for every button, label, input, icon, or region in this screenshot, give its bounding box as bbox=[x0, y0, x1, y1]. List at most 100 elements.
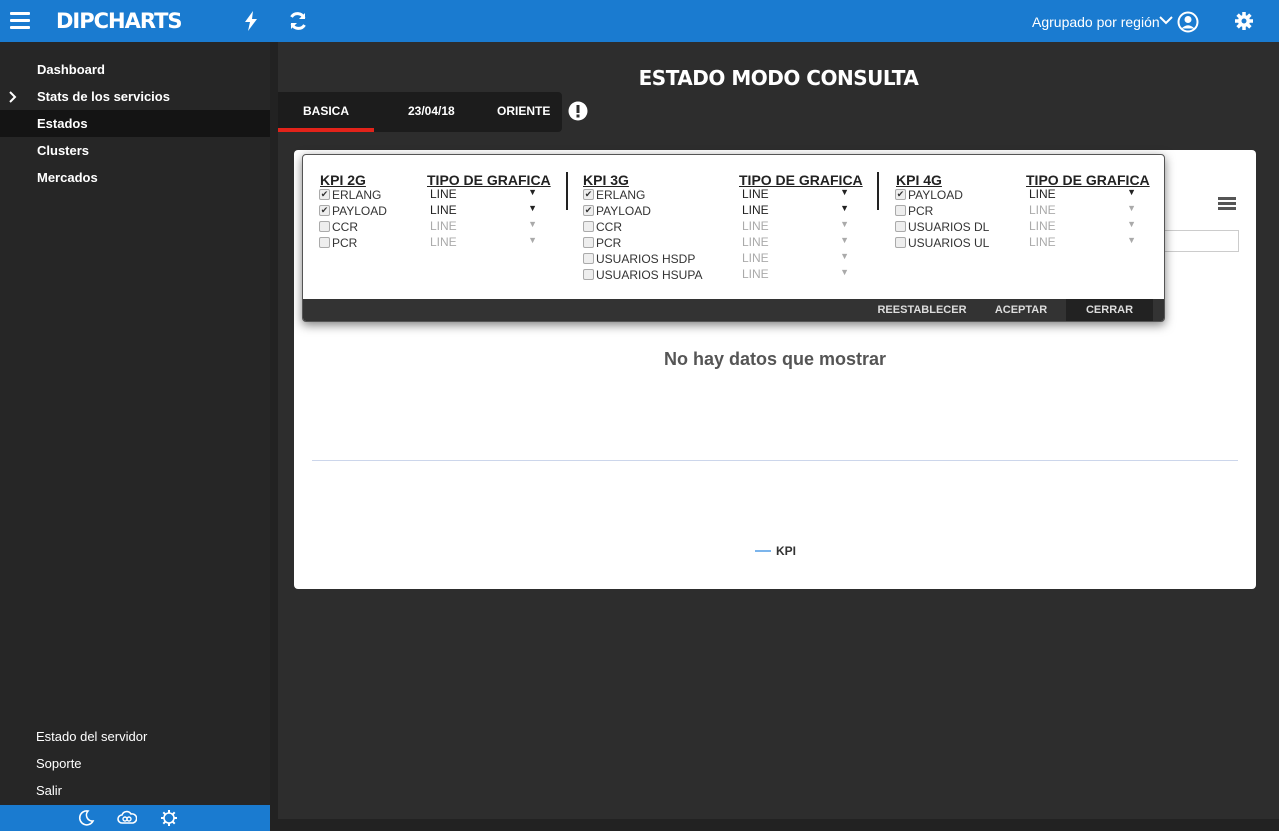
chart-options-icon[interactable] bbox=[1218, 197, 1236, 211]
checkbox-unchecked[interactable] bbox=[583, 237, 594, 248]
sidebar-item-mercados[interactable]: Mercados bbox=[0, 164, 270, 191]
refresh-icon[interactable] bbox=[288, 11, 308, 31]
user-account-icon[interactable] bbox=[1177, 11, 1199, 33]
tab-oriente[interactable]: ORIENTE bbox=[470, 92, 562, 132]
sidebar-item-label: Stats de los servicios bbox=[37, 89, 170, 104]
checkbox-unchecked[interactable] bbox=[895, 221, 906, 232]
no-data-message: No hay datos que mostrar bbox=[663, 349, 887, 369]
cloud-link-icon[interactable] bbox=[117, 809, 137, 827]
dropdown-arrow-icon: ▼ bbox=[840, 235, 849, 245]
sidebar-item-clusters[interactable]: Clusters bbox=[0, 137, 270, 164]
dropdown-arrow-icon: ▼ bbox=[528, 235, 537, 245]
chart-type-value: LINE bbox=[742, 251, 769, 265]
sidebar-item-dashboard[interactable]: Dashboard bbox=[0, 56, 270, 83]
sidebar-item-label: Dashboard bbox=[37, 62, 105, 77]
legend-item[interactable]: KPI bbox=[776, 544, 796, 558]
chart-type-select[interactable]: LINE ▼ bbox=[427, 235, 541, 251]
kpi-label: ERLANG bbox=[332, 188, 382, 202]
chart-type-value: LINE bbox=[1029, 203, 1056, 217]
checkbox-checked[interactable]: ✔ bbox=[895, 189, 906, 200]
kpi-label: PAYLOAD bbox=[596, 204, 651, 218]
kpi-label: PAYLOAD bbox=[332, 204, 387, 218]
chart-type-select[interactable]: LINE ▼ bbox=[739, 235, 853, 251]
settings-gear-icon[interactable] bbox=[1234, 11, 1254, 31]
kpi-label: CCR bbox=[596, 220, 622, 234]
grouping-selector[interactable]: Agrupado por región bbox=[1032, 14, 1160, 30]
accept-button[interactable]: ACEPTAR bbox=[984, 299, 1058, 321]
chart-type-select[interactable]: LINE ▼ bbox=[739, 219, 853, 235]
chart-type-value: LINE bbox=[742, 267, 769, 281]
chart-type-select[interactable]: LINE ▼ bbox=[1026, 203, 1140, 219]
sidebar-item-estados[interactable]: Estados bbox=[0, 110, 270, 137]
chart-type-select[interactable]: LINE ▼ bbox=[739, 251, 853, 267]
lightning-icon[interactable] bbox=[244, 11, 258, 31]
chart-type-header: TIPO DE GRAFICA bbox=[1026, 172, 1150, 188]
chart-type-select[interactable]: LINE ▼ bbox=[739, 203, 853, 219]
checkbox-unchecked[interactable] bbox=[895, 205, 906, 216]
chart-type-value: LINE bbox=[742, 235, 769, 249]
kpi-label: ERLANG bbox=[596, 188, 646, 202]
chart-type-value: LINE bbox=[430, 187, 457, 201]
chevron-down-icon[interactable] bbox=[1159, 14, 1173, 26]
checkbox-unchecked[interactable] bbox=[895, 237, 906, 248]
checkbox-unchecked[interactable] bbox=[583, 269, 594, 280]
chart-type-value: LINE bbox=[1029, 235, 1056, 249]
chart-type-value: LINE bbox=[1029, 219, 1056, 233]
dropdown-arrow-icon: ▼ bbox=[840, 251, 849, 261]
top-bar: DIPCHARTS Agrupado por región bbox=[0, 0, 1279, 42]
chart-axis-line bbox=[312, 460, 1238, 461]
kpi-label: PCR bbox=[908, 204, 934, 218]
chart-type-header: TIPO DE GRAFICA bbox=[739, 172, 863, 188]
legend-marker bbox=[755, 550, 771, 552]
moon-icon[interactable] bbox=[77, 809, 95, 827]
sidebar-item-label: Clusters bbox=[37, 143, 90, 158]
chart-type-select[interactable]: LINE ▼ bbox=[427, 187, 541, 203]
kpi-label: CCR bbox=[332, 220, 358, 234]
tab-date[interactable]: 23/04/18 bbox=[388, 92, 478, 132]
alert-icon[interactable] bbox=[568, 101, 588, 121]
checkbox-unchecked[interactable] bbox=[319, 221, 330, 232]
chart-type-select[interactable]: LINE ▼ bbox=[1026, 219, 1140, 235]
support-link[interactable]: Soporte bbox=[36, 756, 82, 771]
chart-type-select[interactable]: LINE ▼ bbox=[739, 267, 853, 283]
tab-basica[interactable]: BASICA bbox=[278, 92, 388, 132]
group-title-2g: KPI 2G bbox=[320, 172, 366, 188]
chart-filter-input[interactable] bbox=[1160, 230, 1239, 252]
checkbox-checked[interactable]: ✔ bbox=[583, 205, 594, 216]
sidebar-item-stats-servicios[interactable]: Stats de los servicios bbox=[0, 83, 270, 110]
server-status-link[interactable]: Estado del servidor bbox=[36, 729, 147, 744]
chart-type-value: LINE bbox=[430, 203, 457, 217]
tab-label: BASICA bbox=[303, 104, 350, 118]
chart-type-select[interactable]: LINE ▼ bbox=[427, 203, 541, 219]
kpi-label: USUARIOS HSDP bbox=[596, 252, 696, 266]
dropdown-arrow-icon: ▼ bbox=[528, 203, 537, 213]
gear-icon[interactable] bbox=[160, 809, 178, 827]
checkbox-unchecked[interactable] bbox=[583, 221, 594, 232]
chevron-right-icon bbox=[9, 91, 17, 103]
checkbox-unchecked[interactable] bbox=[583, 253, 594, 264]
chart-type-value: LINE bbox=[430, 219, 457, 233]
checkbox-checked[interactable]: ✔ bbox=[319, 189, 330, 200]
kpi-label: PCR bbox=[596, 236, 622, 250]
group-title-3g: KPI 3G bbox=[583, 172, 629, 188]
checkbox-checked[interactable]: ✔ bbox=[319, 205, 330, 216]
chart-type-select[interactable]: LINE ▼ bbox=[1026, 187, 1140, 203]
dropdown-arrow-icon: ▼ bbox=[840, 267, 849, 277]
reset-button[interactable]: REESTABLECER bbox=[870, 299, 974, 321]
checkbox-checked[interactable]: ✔ bbox=[583, 189, 594, 200]
sidebar-item-label: Mercados bbox=[37, 170, 98, 185]
checkbox-unchecked[interactable] bbox=[319, 237, 330, 248]
chart-type-value: LINE bbox=[742, 203, 769, 217]
close-button[interactable]: CERRAR bbox=[1066, 299, 1153, 321]
chart-type-select[interactable]: LINE ▼ bbox=[427, 219, 541, 235]
chart-type-value: LINE bbox=[1029, 187, 1056, 201]
logout-link[interactable]: Salir bbox=[36, 783, 62, 798]
hamburger-menu-button[interactable] bbox=[10, 12, 30, 30]
chart-type-select[interactable]: LINE ▼ bbox=[739, 187, 853, 203]
dropdown-arrow-icon: ▼ bbox=[840, 187, 849, 197]
sidebar-footer-bar bbox=[0, 805, 270, 831]
chart-type-select[interactable]: LINE ▼ bbox=[1026, 235, 1140, 251]
sidebar-item-label: Estados bbox=[37, 116, 88, 131]
kpi-label: USUARIOS UL bbox=[908, 236, 990, 250]
app-brand[interactable]: DIPCHARTS bbox=[56, 9, 183, 33]
